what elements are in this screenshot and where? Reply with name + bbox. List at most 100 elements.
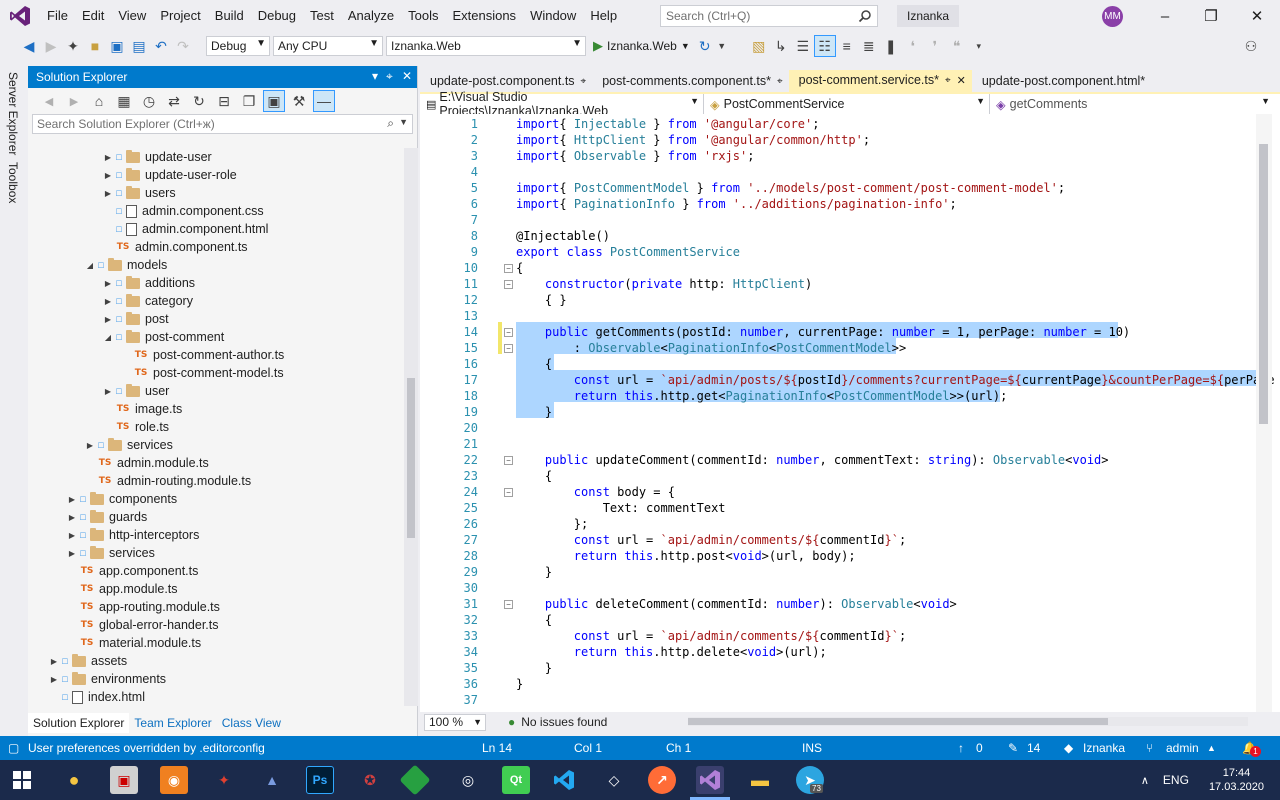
- sync-icon[interactable]: ⇄: [163, 90, 185, 112]
- browser-link-icon[interactable]: ▧: [748, 35, 770, 57]
- expand-arrow-icon[interactable]: ▶: [66, 549, 78, 558]
- changes-count[interactable]: 14: [1027, 741, 1040, 755]
- expand-arrow-icon[interactable]: ▶: [66, 513, 78, 522]
- collapse-arrow-icon[interactable]: ◢: [84, 261, 96, 270]
- undo-icon[interactable]: ↶: [150, 35, 172, 57]
- home-icon[interactable]: ⌂: [88, 90, 110, 112]
- tree-item[interactable]: ◢ □ models: [84, 256, 167, 274]
- expand-arrow-icon[interactable]: ▶: [102, 171, 114, 180]
- branch-name[interactable]: admin: [1166, 741, 1199, 755]
- solution-name-badge[interactable]: Iznanka: [897, 5, 960, 27]
- tree-item[interactable]: TS app-routing.module.ts: [66, 598, 220, 616]
- fold-toggle-icon[interactable]: −: [504, 488, 513, 497]
- properties-icon[interactable]: ⚒: [288, 90, 310, 112]
- solution-platform-select[interactable]: Any CPU ▼: [273, 36, 383, 56]
- tree-item[interactable]: TS app.component.ts: [66, 562, 199, 580]
- file-explorer-icon[interactable]: ▬: [746, 766, 774, 794]
- scrollbar-thumb[interactable]: [1259, 144, 1268, 424]
- tree-item[interactable]: ▶ □ assets: [48, 652, 127, 670]
- sublime-icon[interactable]: ◉: [160, 766, 188, 794]
- open-folder-icon[interactable]: ■: [84, 35, 106, 57]
- project-path-select[interactable]: ▤ E:\Visual Studio Projects\Iznanka\Izna…: [420, 90, 704, 118]
- visual-studio-icon[interactable]: [696, 766, 724, 794]
- paint-icon[interactable]: ▲: [258, 766, 286, 794]
- account-avatar[interactable]: MM: [1102, 6, 1123, 27]
- switch-views-icon[interactable]: ▦: [113, 90, 135, 112]
- menu-view[interactable]: View: [111, 0, 153, 32]
- tree-item[interactable]: ▶ □ http-interceptors: [66, 526, 199, 544]
- redo-icon[interactable]: ↷: [172, 35, 194, 57]
- document-tab[interactable]: update-post.component.ts ⌖: [420, 70, 592, 92]
- tree-item[interactable]: ▶ □ update-user-role: [102, 166, 237, 184]
- tree-item[interactable]: □ admin.component.html: [102, 220, 268, 238]
- lightbulb-icon[interactable]: ●: [60, 766, 88, 794]
- chevron-down-icon[interactable]: ▼: [716, 35, 728, 57]
- toggle-column-icon[interactable]: ☰: [792, 35, 814, 57]
- tree-item[interactable]: TS post-comment-model.ts: [120, 364, 284, 382]
- tree-item[interactable]: ◢ □ post-comment: [102, 328, 224, 346]
- tab-team-explorer[interactable]: Team Explorer: [129, 713, 216, 733]
- expand-arrow-icon[interactable]: ▶: [66, 531, 78, 540]
- next-bookmark-icon[interactable]: ❜: [924, 35, 946, 57]
- scrollbar-thumb[interactable]: [688, 718, 1108, 725]
- tree-item[interactable]: ▶ □ users: [102, 184, 176, 202]
- clear-bookmarks-icon[interactable]: ❝: [946, 35, 968, 57]
- expand-arrow-icon[interactable]: ▶: [102, 315, 114, 324]
- clock-date[interactable]: 17.03.2020: [1209, 780, 1264, 794]
- uncomment-lines-icon[interactable]: ≣: [858, 35, 880, 57]
- fold-toggle-icon[interactable]: −: [504, 456, 513, 465]
- live-share-icon[interactable]: ⚇: [1240, 35, 1262, 57]
- clock-time[interactable]: 17:44: [1223, 766, 1251, 780]
- start-debugging-button[interactable]: ▶ Iznanka.Web ▼: [589, 35, 694, 57]
- tree-item[interactable]: ▶ □ services: [66, 544, 155, 562]
- tree-item[interactable]: ▶ □ category: [102, 292, 193, 310]
- forward-icon[interactable]: ▶: [63, 90, 85, 112]
- aptana-icon[interactable]: ✪: [356, 766, 384, 794]
- tree-item[interactable]: □ admin.component.css: [102, 202, 263, 220]
- tree-item[interactable]: TS admin-routing.module.ts: [84, 472, 251, 490]
- refresh-icon[interactable]: ↻: [694, 35, 716, 57]
- back-icon[interactable]: ◀: [38, 90, 60, 112]
- server-explorer-tab[interactable]: Server Explorer: [6, 72, 20, 155]
- toolbox-tab[interactable]: Toolbox: [6, 162, 20, 203]
- outline-icon[interactable]: ☷: [813, 35, 836, 57]
- expand-arrow-icon[interactable]: ▶: [48, 657, 60, 666]
- tree-item[interactable]: ▶ □ post: [102, 310, 169, 328]
- chevron-down-icon[interactable]: ▾: [372, 69, 378, 83]
- pending-changes-icon[interactable]: ◷: [138, 90, 160, 112]
- unpushed-count[interactable]: 0: [976, 741, 983, 755]
- tree-item[interactable]: ▶ □ update-user: [102, 148, 212, 166]
- scrollbar-thumb[interactable]: [407, 378, 415, 538]
- pin-icon[interactable]: ⌖: [581, 76, 587, 87]
- solution-explorer-search[interactable]: Search Solution Explorer (Ctrl+ж) ⌕ ▼: [32, 114, 413, 134]
- prev-bookmark-icon[interactable]: ❛: [902, 35, 924, 57]
- tree-item[interactable]: ▶ □ additions: [102, 274, 195, 292]
- restore-icon[interactable]: ❐: [1188, 0, 1234, 32]
- column-indicator[interactable]: Col 1: [574, 741, 602, 755]
- tree-item[interactable]: ▶ □ environments: [48, 670, 166, 688]
- expand-arrow-icon[interactable]: ▶: [102, 297, 114, 306]
- postman-icon[interactable]: ↗: [648, 766, 676, 794]
- vscode-icon[interactable]: [550, 766, 578, 794]
- repository-name[interactable]: Iznanka: [1083, 741, 1125, 755]
- back-icon[interactable]: ◀: [18, 35, 40, 57]
- expand-arrow-icon[interactable]: ▶: [66, 495, 78, 504]
- tree-item[interactable]: TS image.ts: [102, 400, 183, 418]
- menu-debug[interactable]: Debug: [251, 0, 303, 32]
- photoshop-icon[interactable]: Ps: [306, 766, 334, 794]
- code-editor[interactable]: 1 2 3 4 5 6 7 8 9 10−11−12 13 14−15−16 17 18 19 20 21 22−…: [420, 114, 1280, 712]
- collapse-arrow-icon[interactable]: ◢: [102, 333, 114, 342]
- app-window-icon[interactable]: ▣: [110, 766, 138, 794]
- save-icon[interactable]: ▣: [106, 35, 128, 57]
- fold-toggle-icon[interactable]: −: [504, 264, 513, 273]
- save-all-icon[interactable]: ▤: [128, 35, 150, 57]
- tab-class-view[interactable]: Class View: [217, 713, 286, 733]
- new-project-icon[interactable]: ✦: [62, 35, 84, 57]
- menu-help[interactable]: Help: [583, 0, 624, 32]
- expand-arrow-icon[interactable]: ▶: [102, 189, 114, 198]
- tree-item[interactable]: TS role.ts: [102, 418, 169, 436]
- expand-arrow-icon[interactable]: ▶: [102, 387, 114, 396]
- tree-item[interactable]: TS global-error-hander.ts: [66, 616, 219, 634]
- quick-launch-search[interactable]: Search (Ctrl+Q): [660, 5, 878, 27]
- class-select[interactable]: ◈ PostCommentService ▼: [704, 94, 990, 114]
